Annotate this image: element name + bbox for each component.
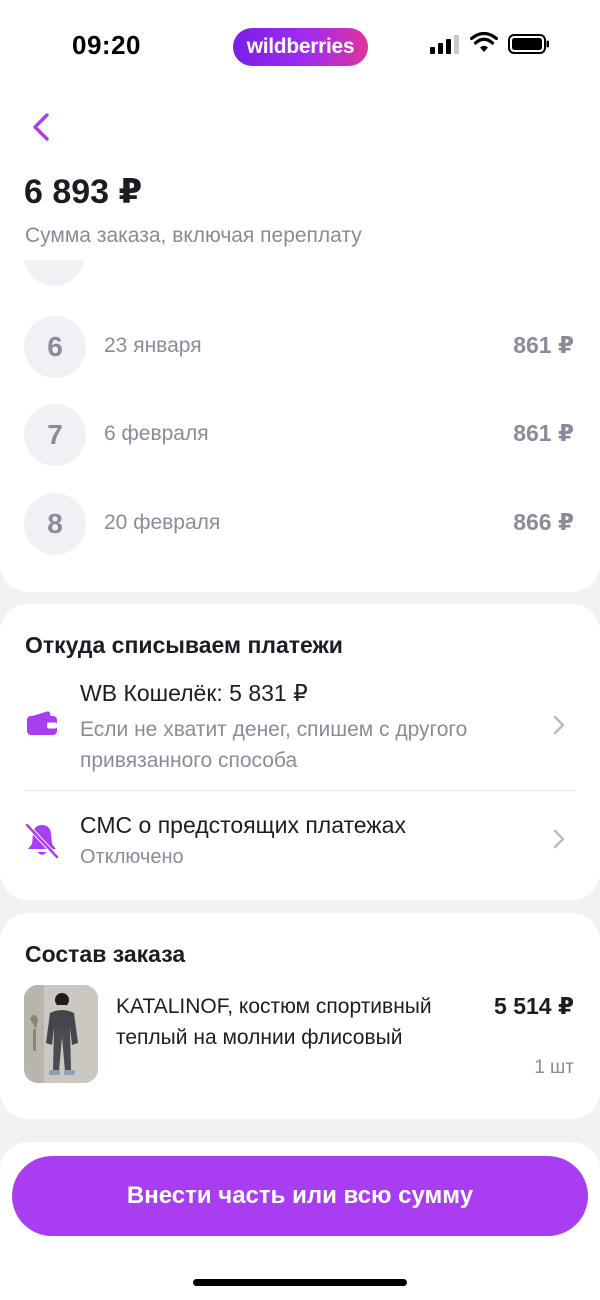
chevron-right-icon: [553, 715, 565, 735]
summary-header: 6 893 ₽ Сумма заказа, включая переплату: [0, 90, 600, 260]
wallet-description: Если не хватит денег, спишем с другого п…: [80, 718, 468, 772]
payment-amount: 861 ₽: [513, 420, 574, 446]
payment-row: 6 23 января 861 ₽: [0, 316, 600, 378]
back-chevron-icon[interactable]: [26, 110, 56, 144]
order-installment-screen: 09:20 wildberries 6 893 ₽ Сумма заказа, …: [0, 0, 600, 1300]
brand-logo: wildberries: [233, 28, 368, 66]
bell-off-icon: [24, 822, 60, 860]
pay-amount-button[interactable]: Внести часть или всю сумму: [12, 1156, 588, 1236]
product-price: 5 514 ₽: [494, 993, 574, 1019]
payment-date: 6 февраля: [104, 422, 209, 445]
order-total-caption: Сумма заказа, включая переплату: [25, 224, 362, 247]
payment-amount: 861 ₽: [513, 332, 574, 358]
sms-title: СМС о предстоящих платежах: [80, 812, 406, 838]
order-contents-card: Состав заказа KATALINOF, костюм спортивн…: [0, 913, 600, 1119]
payment-date: 20 февраля: [104, 511, 221, 534]
payment-date: 23 января: [104, 334, 202, 357]
product-image[interactable]: [24, 985, 98, 1083]
payment-number: 6: [24, 316, 86, 378]
wallet-icon: [27, 711, 57, 735]
payment-amount: 866 ₽: [513, 509, 574, 535]
wifi-icon: [470, 32, 498, 52]
status-time: 09:20: [72, 30, 141, 60]
product-quantity: 1 шт: [534, 1057, 574, 1078]
status-bar: 09:20 wildberries: [0, 0, 600, 90]
payment-schedule: 6 23 января 861 ₽ 7 6 февраля 861 ₽ 8 20…: [0, 260, 600, 592]
payment-row: 8 20 февраля 866 ₽: [0, 493, 600, 555]
payment-number: 7: [24, 404, 86, 466]
battery-icon: [508, 34, 549, 54]
bottom-bar: Внести часть или всю сумму: [0, 1142, 600, 1300]
wallet-row[interactable]: WB Кошелёк: 5 831 ₽ Если не хватит денег…: [0, 604, 600, 790]
payment-row: 7 6 февраля 861 ₽: [0, 404, 600, 466]
payment-source-card: Откуда списываем платежи WB Кошелёк: 5 8…: [0, 604, 600, 900]
sms-status: Отключено: [80, 846, 184, 868]
product-name[interactable]: KATALINOF, костюм спортивный теплый на м…: [116, 991, 478, 1055]
payment-number: 8: [24, 493, 86, 555]
signal-icon: [430, 34, 462, 54]
home-indicator: [193, 1279, 407, 1286]
order-total: 6 893 ₽: [24, 173, 143, 211]
chevron-right-icon: [553, 829, 565, 849]
payment-number-circle: [24, 260, 84, 286]
order-contents-title: Состав заказа: [25, 941, 186, 967]
wallet-balance: WB Кошелёк: 5 831 ₽: [80, 680, 308, 706]
